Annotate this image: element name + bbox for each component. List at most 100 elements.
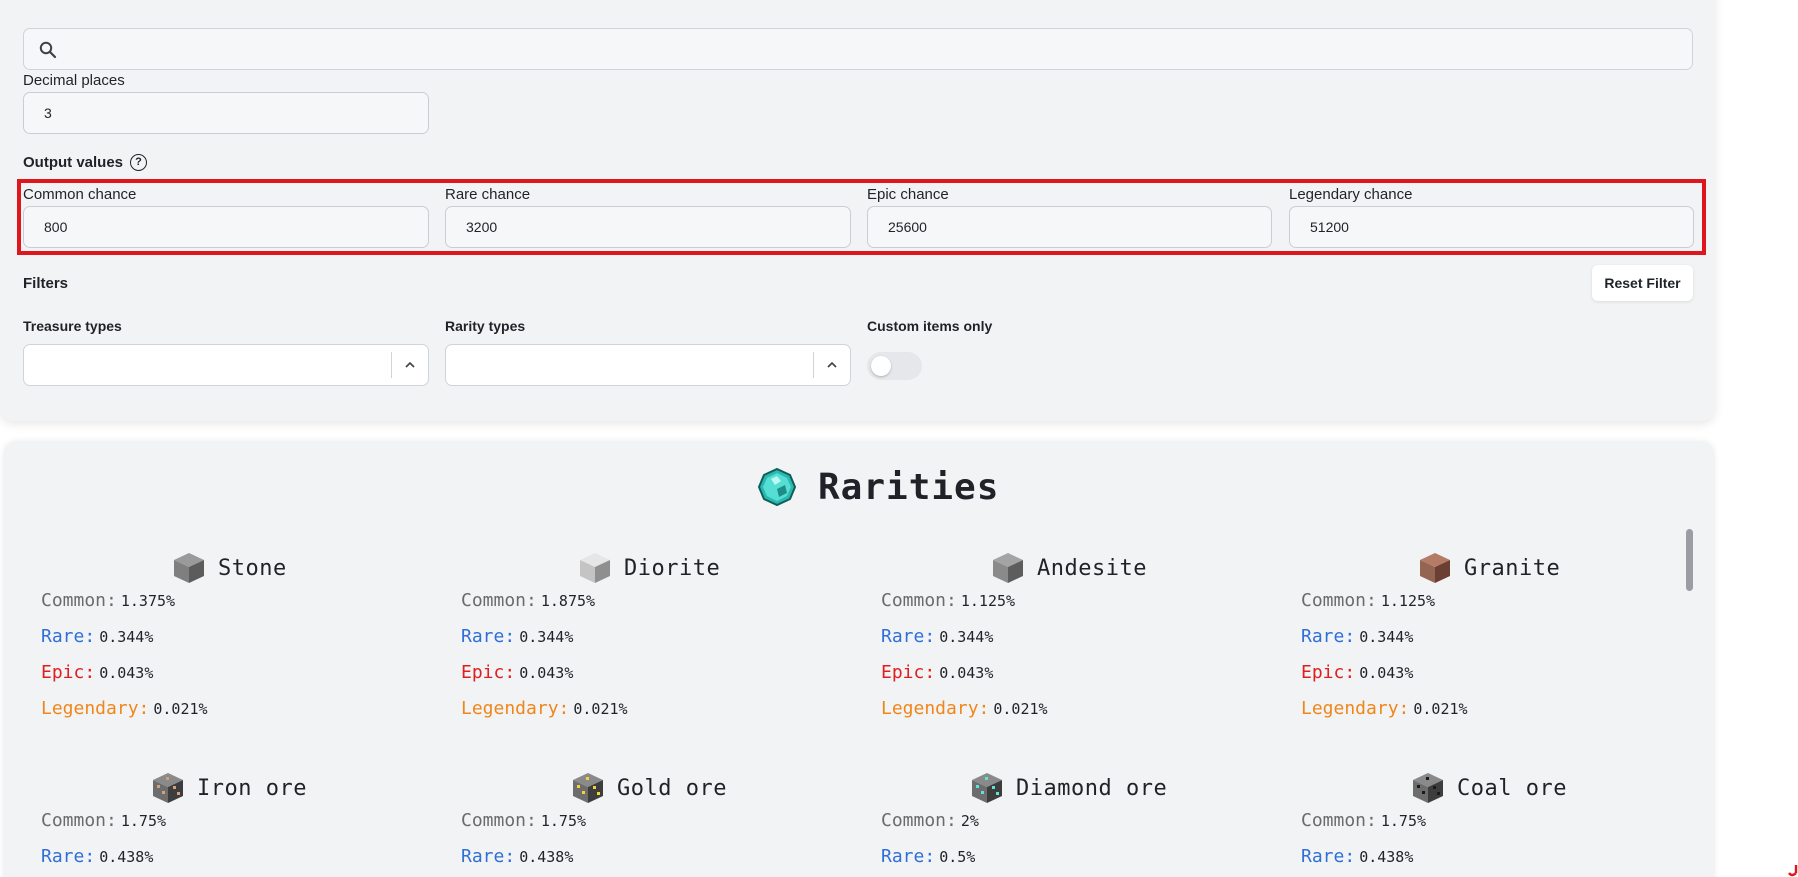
stat-legendary: Legendary: 0.021% bbox=[881, 698, 1048, 719]
block-name: Andesite bbox=[1037, 556, 1147, 581]
stat-value-rare: 0.5% bbox=[939, 848, 976, 866]
stat-common: Common: 1.875% bbox=[461, 590, 595, 611]
block-name: Stone bbox=[218, 556, 287, 581]
stat-value-rare: 0.438% bbox=[1359, 848, 1414, 866]
stat-value-rare: 0.344% bbox=[939, 628, 994, 646]
epic-chance-input[interactable] bbox=[868, 207, 1271, 247]
rare-chance-input[interactable] bbox=[446, 207, 850, 247]
decimal-places-label: Decimal places bbox=[23, 72, 125, 89]
stat-value-common: 1.875% bbox=[540, 592, 596, 610]
stat-value-epic: 0.043% bbox=[939, 664, 994, 682]
select-divider bbox=[813, 352, 814, 378]
stat-epic: Epic: 0.043% bbox=[41, 662, 153, 683]
stat-label-epic: Epic: bbox=[1301, 662, 1356, 683]
rarity-types-select[interactable] bbox=[445, 344, 851, 386]
iron-ore-block-icon bbox=[153, 773, 183, 803]
diamond-ore-block-icon bbox=[972, 773, 1002, 803]
toggle-knob bbox=[871, 356, 891, 376]
stat-label-common: Common: bbox=[41, 810, 117, 831]
common-chance-input[interactable] bbox=[24, 207, 428, 247]
stat-epic: Epic: 0.043% bbox=[1301, 662, 1413, 683]
epic-chance-field[interactable] bbox=[867, 206, 1272, 248]
help-icon[interactable]: ? bbox=[130, 154, 147, 171]
common-chance-field[interactable] bbox=[23, 206, 429, 248]
stat-legendary: Legendary: 0.021% bbox=[461, 698, 628, 719]
decimal-places-field[interactable] bbox=[23, 92, 429, 134]
stat-label-common: Common: bbox=[881, 810, 957, 831]
stat-common: Common: 1.125% bbox=[881, 590, 1015, 611]
block-name: Diamond ore bbox=[1016, 776, 1168, 801]
corner-mark-icon bbox=[1788, 865, 1798, 877]
stat-value-common: 1.375% bbox=[120, 592, 176, 610]
stat-rare: Rare: 0.438% bbox=[461, 846, 573, 867]
chevron-up-icon[interactable] bbox=[403, 358, 417, 372]
stat-value-common: 1.75% bbox=[1380, 812, 1427, 830]
stat-common: Common: 1.75% bbox=[461, 810, 586, 831]
legendary-chance-field[interactable] bbox=[1289, 206, 1694, 248]
stat-value-epic: 0.043% bbox=[99, 664, 154, 682]
stat-value-legendary: 0.021% bbox=[153, 700, 208, 718]
stat-value-rare: 0.438% bbox=[519, 848, 574, 866]
rarity-types-label: Rarity types bbox=[445, 318, 526, 334]
legendary-chance-input[interactable] bbox=[1290, 207, 1693, 247]
stat-common: Common: 1.75% bbox=[1301, 810, 1426, 831]
granite-block-icon bbox=[1420, 553, 1450, 583]
scrollbar-thumb[interactable] bbox=[1686, 529, 1693, 591]
stat-value-legendary: 0.021% bbox=[1413, 700, 1468, 718]
custom-items-toggle[interactable] bbox=[867, 352, 922, 380]
stat-legendary: Legendary: 0.021% bbox=[1301, 698, 1468, 719]
stat-label-legendary: Legendary: bbox=[461, 698, 570, 719]
stat-label-common: Common: bbox=[461, 590, 537, 611]
stat-label-common: Common: bbox=[1301, 810, 1377, 831]
search-box[interactable] bbox=[23, 28, 1693, 70]
stat-epic: Epic: 0.043% bbox=[881, 662, 993, 683]
stat-rare: Rare: 0.344% bbox=[881, 626, 993, 647]
chevron-up-icon[interactable] bbox=[825, 358, 839, 372]
rare-chance-label: Rare chance bbox=[445, 186, 531, 203]
rare-chance-field[interactable] bbox=[445, 206, 851, 248]
stone-block-icon bbox=[174, 553, 204, 583]
stat-common: Common: 1.75% bbox=[41, 810, 166, 831]
stat-value-legendary: 0.021% bbox=[993, 700, 1048, 718]
stat-label-common: Common: bbox=[461, 810, 537, 831]
andesite-block-icon bbox=[993, 553, 1023, 583]
stat-value-common: 1.125% bbox=[1380, 592, 1436, 610]
stat-rare: Rare: 0.344% bbox=[461, 626, 573, 647]
stat-label-common: Common: bbox=[41, 590, 117, 611]
stat-label-epic: Epic: bbox=[461, 662, 516, 683]
custom-items-label: Custom items only bbox=[867, 318, 993, 334]
stat-value-common: 2% bbox=[960, 812, 979, 830]
stat-value-legendary: 0.021% bbox=[573, 700, 628, 718]
stat-rare: Rare: 0.344% bbox=[41, 626, 153, 647]
block-name: Coal ore bbox=[1457, 776, 1567, 801]
stat-label-rare: Rare: bbox=[881, 626, 936, 647]
stat-label-rare: Rare: bbox=[41, 846, 96, 867]
block-name: Granite bbox=[1464, 556, 1561, 581]
stat-value-common: 1.125% bbox=[960, 592, 1016, 610]
stat-rare: Rare: 0.438% bbox=[41, 846, 153, 867]
stat-rare: Rare: 0.344% bbox=[1301, 626, 1413, 647]
reset-filter-button[interactable]: Reset Filter bbox=[1592, 265, 1693, 301]
stat-label-legendary: Legendary: bbox=[1301, 698, 1410, 719]
stat-value-common: 1.75% bbox=[540, 812, 587, 830]
stat-common: Common: 2% bbox=[881, 810, 979, 831]
stat-value-rare: 0.438% bbox=[99, 848, 154, 866]
diorite-block-icon bbox=[580, 553, 610, 583]
stat-common: Common: 1.375% bbox=[41, 590, 175, 611]
search-input[interactable] bbox=[70, 29, 1680, 69]
stat-label-legendary: Legendary: bbox=[41, 698, 150, 719]
stat-common: Common: 1.125% bbox=[1301, 590, 1435, 611]
stat-label-legendary: Legendary: bbox=[881, 698, 990, 719]
common-chance-label: Common chance bbox=[23, 186, 137, 203]
stat-label-rare: Rare: bbox=[461, 846, 516, 867]
treasure-types-label: Treasure types bbox=[23, 318, 122, 334]
treasure-types-select[interactable] bbox=[23, 344, 429, 386]
stat-label-epic: Epic: bbox=[881, 662, 936, 683]
stat-label-rare: Rare: bbox=[881, 846, 936, 867]
stat-label-rare: Rare: bbox=[461, 626, 516, 647]
stat-label-rare: Rare: bbox=[1301, 846, 1356, 867]
block-name: Iron ore bbox=[197, 776, 307, 801]
stat-value-common: 1.75% bbox=[120, 812, 167, 830]
decimal-places-input[interactable] bbox=[24, 93, 428, 133]
search-icon bbox=[39, 41, 57, 59]
